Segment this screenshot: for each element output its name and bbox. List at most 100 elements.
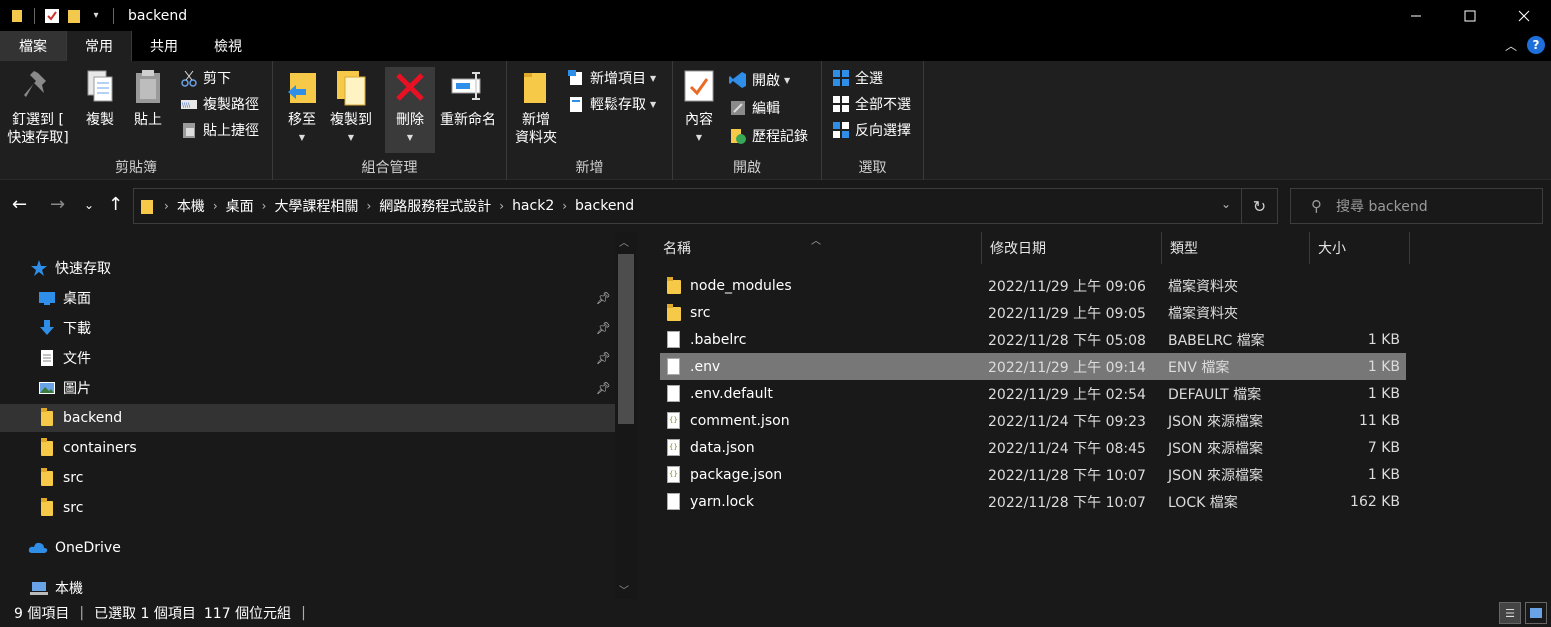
search-box[interactable]: ⚲ 搜尋 backend [1290,188,1543,224]
pin-icon[interactable]: 📌︎ [596,381,611,395]
refresh-icon[interactable]: ↻ [1241,189,1277,223]
folder-small-icon [140,198,154,214]
collapse-ribbon-icon[interactable]: ︿ [1505,37,1517,54]
file-row[interactable]: data.json 2022/11/24 下午 08:45 JSON 來源檔案 … [660,434,1406,461]
help-icon[interactable]: ? [1527,36,1545,54]
nav-documents[interactable]: 文件 📌︎ [0,344,615,372]
file-date: 2022/11/28 下午 10:07 [988,494,1146,511]
nav-quick-access[interactable]: 快速存取 [0,254,615,282]
rename-button[interactable]: 重新命名 [437,67,499,129]
details-view-icon[interactable]: ☰ [1499,602,1521,624]
file-row-selected[interactable]: .env 2022/11/29 上午 09:14 ENV 檔案 1 KB [660,353,1406,380]
column-header-size[interactable]: 大小 [1310,232,1410,264]
nav-containers[interactable]: containers [0,434,615,462]
column-header-date[interactable]: 修改日期 [982,232,1162,264]
close-button[interactable] [1497,0,1551,31]
delete-button[interactable]: 刪除 ▼ [385,67,435,153]
open-button[interactable]: 開啟 ▼ [729,69,790,91]
breadcrumb-this-pc[interactable]: 本機 [177,196,205,216]
paste-shortcut-icon [180,121,198,139]
nav-label: 本機 [55,581,83,597]
clipboard-group: 釘選到 [ 快速存取] 複製 貼上 剪下 \\\\ 複製路徑 貼上捷徑 剪貼簿 [0,61,273,180]
file-row[interactable]: node_modules 2022/11/29 上午 09:06 檔案資料夾 [660,272,1406,299]
easy-access-button[interactable]: 輕鬆存取 ▼ [567,93,656,115]
move-to-icon [284,67,320,107]
status-separator: | [79,605,85,621]
select-all-icon [832,69,850,87]
new-folder-button[interactable]: 新增 資料夾 [513,67,559,147]
nav-src[interactable]: src [0,464,615,492]
nav-backend[interactable]: backend [0,404,615,432]
file-row[interactable]: .babelrc 2022/11/28 下午 05:08 BABELRC 檔案 … [660,326,1406,353]
new-item-button[interactable]: 新增項目 ▼ [567,67,656,89]
pin-quick-access-button[interactable]: 釘選到 [ 快速存取] [6,67,70,147]
file-size: 1 KB [1367,385,1400,402]
address-dropdown-chevron-icon[interactable]: ⌄ [1221,197,1231,211]
breadcrumb-web-services[interactable]: 網路服務程式設計 [379,196,491,216]
minimize-button[interactable] [1389,0,1443,31]
properties-check-icon[interactable] [41,5,63,27]
new-folder-icon[interactable] [63,5,85,27]
scrollbar-thumb[interactable] [618,254,634,424]
file-row[interactable]: comment.json 2022/11/24 下午 09:23 JSON 來源… [660,407,1406,434]
breadcrumb-separator-icon: › [212,199,218,213]
paste-shortcut-button[interactable]: 貼上捷徑 [180,119,259,141]
copy-path-button[interactable]: \\\\ 複製路徑 [180,93,259,115]
window-controls [1389,0,1551,31]
nav-scrollbar[interactable]: ︿ ﹀ [615,232,637,599]
paste-button[interactable]: 貼上 [128,67,168,129]
forward-arrow-icon[interactable]: → [50,194,65,215]
up-arrow-icon[interactable]: ↑ [108,194,123,215]
breadcrumb-desktop[interactable]: 桌面 [226,196,254,216]
nav-onedrive[interactable]: OneDrive [0,534,615,562]
nav-this-pc[interactable]: 本機 [0,574,615,599]
nav-downloads[interactable]: 下載 📌︎ [0,314,615,342]
move-to-button[interactable]: 移至 ▼ [283,67,321,147]
breadcrumb-hack2[interactable]: hack2 [512,198,554,214]
select-none-button[interactable]: 全部不選 [832,93,911,115]
recent-locations-chevron-icon[interactable]: ⌄ [84,198,94,212]
nav-desktop[interactable]: 桌面 📌︎ [0,284,615,312]
large-icons-view-icon[interactable] [1525,602,1547,624]
properties-button[interactable]: 內容 ▼ [681,67,717,147]
select-none-icon [832,95,850,113]
edit-button[interactable]: 編輯 [729,97,780,119]
file-row[interactable]: package.json 2022/11/28 下午 10:07 JSON 來源… [660,461,1406,488]
pin-icon[interactable]: 📌︎ [596,291,611,305]
breadcrumb-backend[interactable]: backend [575,198,634,214]
pin-icon[interactable]: 📌︎ [596,321,611,335]
maximize-button[interactable] [1443,0,1497,31]
tab-share[interactable]: 共用 [132,31,196,61]
file-row[interactable]: src 2022/11/29 上午 09:05 檔案資料夾 [660,299,1406,326]
select-all-button[interactable]: 全選 [832,67,883,89]
invert-selection-button[interactable]: 反向選擇 [832,119,911,141]
tab-file[interactable]: 檔案 [0,31,66,61]
nav-pictures[interactable]: 圖片 📌︎ [0,374,615,402]
tab-view[interactable]: 檢視 [196,31,260,61]
customize-toolbar-icon[interactable]: ▾ [85,5,107,27]
file-size: 11 KB [1358,412,1400,429]
clipboard-group-label: 剪貼簿 [115,160,157,176]
file-type: JSON 來源檔案 [1168,467,1263,484]
tab-home[interactable]: 常用 [66,31,132,61]
cut-button[interactable]: 剪下 [180,67,231,89]
copy-button[interactable]: 複製 [80,67,120,129]
scroll-down-chevron-icon[interactable]: ﹀ [619,582,629,597]
copy-to-button[interactable]: 複製到 ▼ [327,67,375,147]
status-selected-count: 已選取 1 個項目 [94,606,196,622]
file-row[interactable]: yarn.lock 2022/11/28 下午 10:07 LOCK 檔案 16… [660,488,1406,515]
file-icon [666,492,682,511]
breadcrumb-course[interactable]: 大學課程相關 [274,196,358,216]
file-type: JSON 來源檔案 [1168,413,1263,430]
back-arrow-icon[interactable]: ← [12,194,27,215]
nav-src[interactable]: src [0,494,615,522]
scroll-up-chevron-icon[interactable]: ︿ [619,234,629,249]
address-bar[interactable]: › 本機 › 桌面 › 大學課程相關 › 網路服務程式設計 › hack2 › … [133,188,1278,224]
history-button[interactable]: 歷程記錄 [729,125,808,147]
column-header-name[interactable]: 名稱 [655,232,982,264]
file-row[interactable]: .env.default 2022/11/29 上午 02:54 DEFAULT… [660,380,1406,407]
easy-access-icon [567,95,585,113]
copy-to-label: 複製到 [330,112,372,128]
pin-icon[interactable]: 📌︎ [596,351,611,365]
column-header-type[interactable]: 類型 [1162,232,1310,264]
